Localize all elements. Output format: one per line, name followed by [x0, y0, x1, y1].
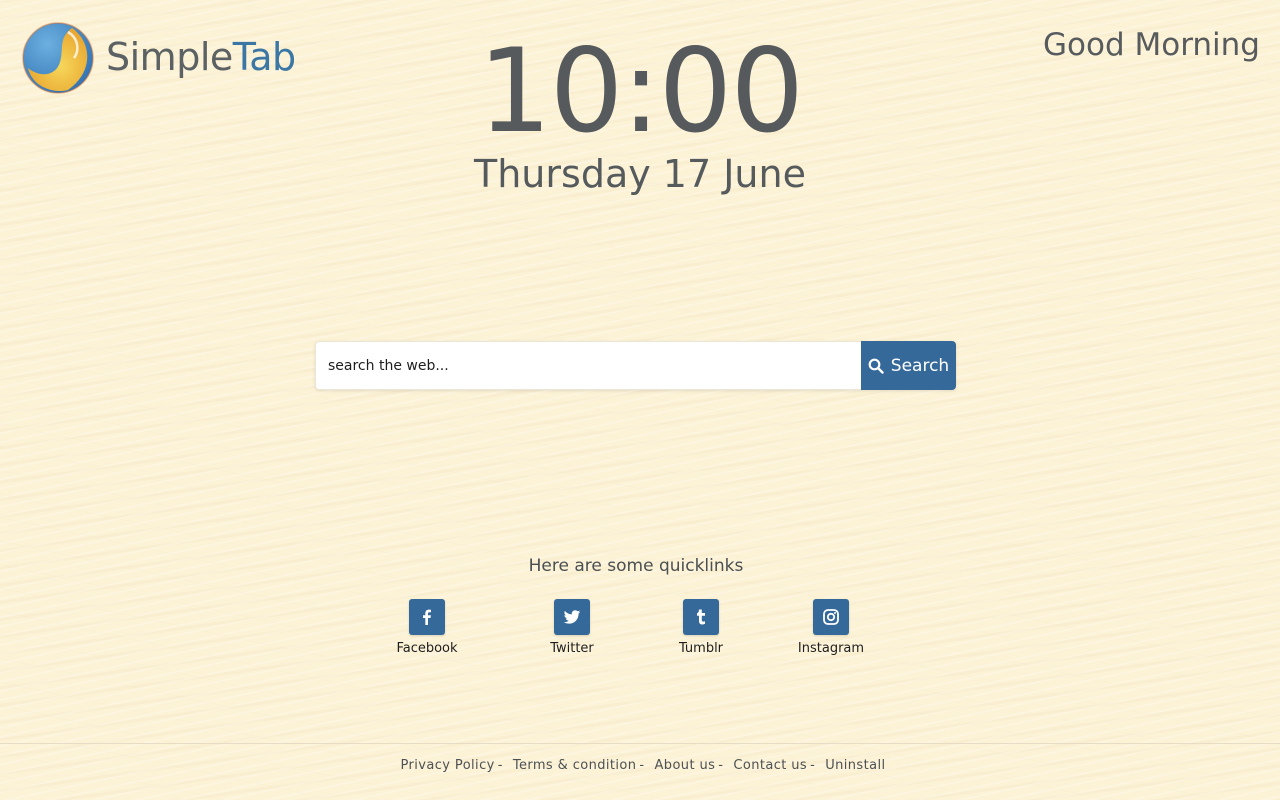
quicklink-label: Instagram — [797, 641, 865, 656]
search-button[interactable]: Search — [861, 341, 956, 390]
quicklink-label: Facebook — [396, 641, 458, 656]
footer-separator: - — [639, 758, 645, 773]
footer-links: Privacy Policy - Terms & condition - About u… — [0, 758, 1280, 773]
quicklinks-heading: Here are some quicklinks — [528, 556, 744, 576]
search-button-label: Search — [890, 355, 950, 376]
footer-separator: - — [718, 758, 724, 773]
search-icon — [868, 358, 884, 374]
footer-link-privacy-policy[interactable]: Privacy Policy — [401, 758, 495, 773]
quicklink-label: Twitter — [550, 641, 594, 656]
quicklink-label: Tumblr — [678, 641, 724, 656]
clock-time: 10:00 — [477, 24, 804, 159]
footer-link-terms[interactable]: Terms & condition — [513, 758, 637, 773]
quicklink-twitter[interactable]: Twitter — [522, 599, 622, 656]
quicklink-tumblr[interactable]: Tumblr — [651, 599, 751, 656]
quicklink-facebook[interactable]: Facebook — [377, 599, 477, 656]
clock-date: Thursday 17 June — [474, 152, 806, 196]
footer: Privacy Policy - Terms & condition - About u… — [0, 743, 1280, 800]
tumblr-icon — [683, 599, 719, 635]
footer-link-about-us[interactable]: About us — [655, 758, 716, 773]
footer-separator: - — [497, 758, 503, 773]
footer-separator: - — [810, 758, 816, 773]
twitter-icon — [554, 599, 590, 635]
search-form: Search — [315, 341, 956, 390]
footer-link-uninstall[interactable]: Uninstall — [825, 758, 885, 773]
footer-link-contact-us[interactable]: Contact us — [733, 758, 807, 773]
quicklink-instagram[interactable]: Instagram — [781, 599, 881, 656]
facebook-icon — [409, 599, 445, 635]
search-input[interactable] — [315, 341, 861, 390]
instagram-icon — [813, 599, 849, 635]
